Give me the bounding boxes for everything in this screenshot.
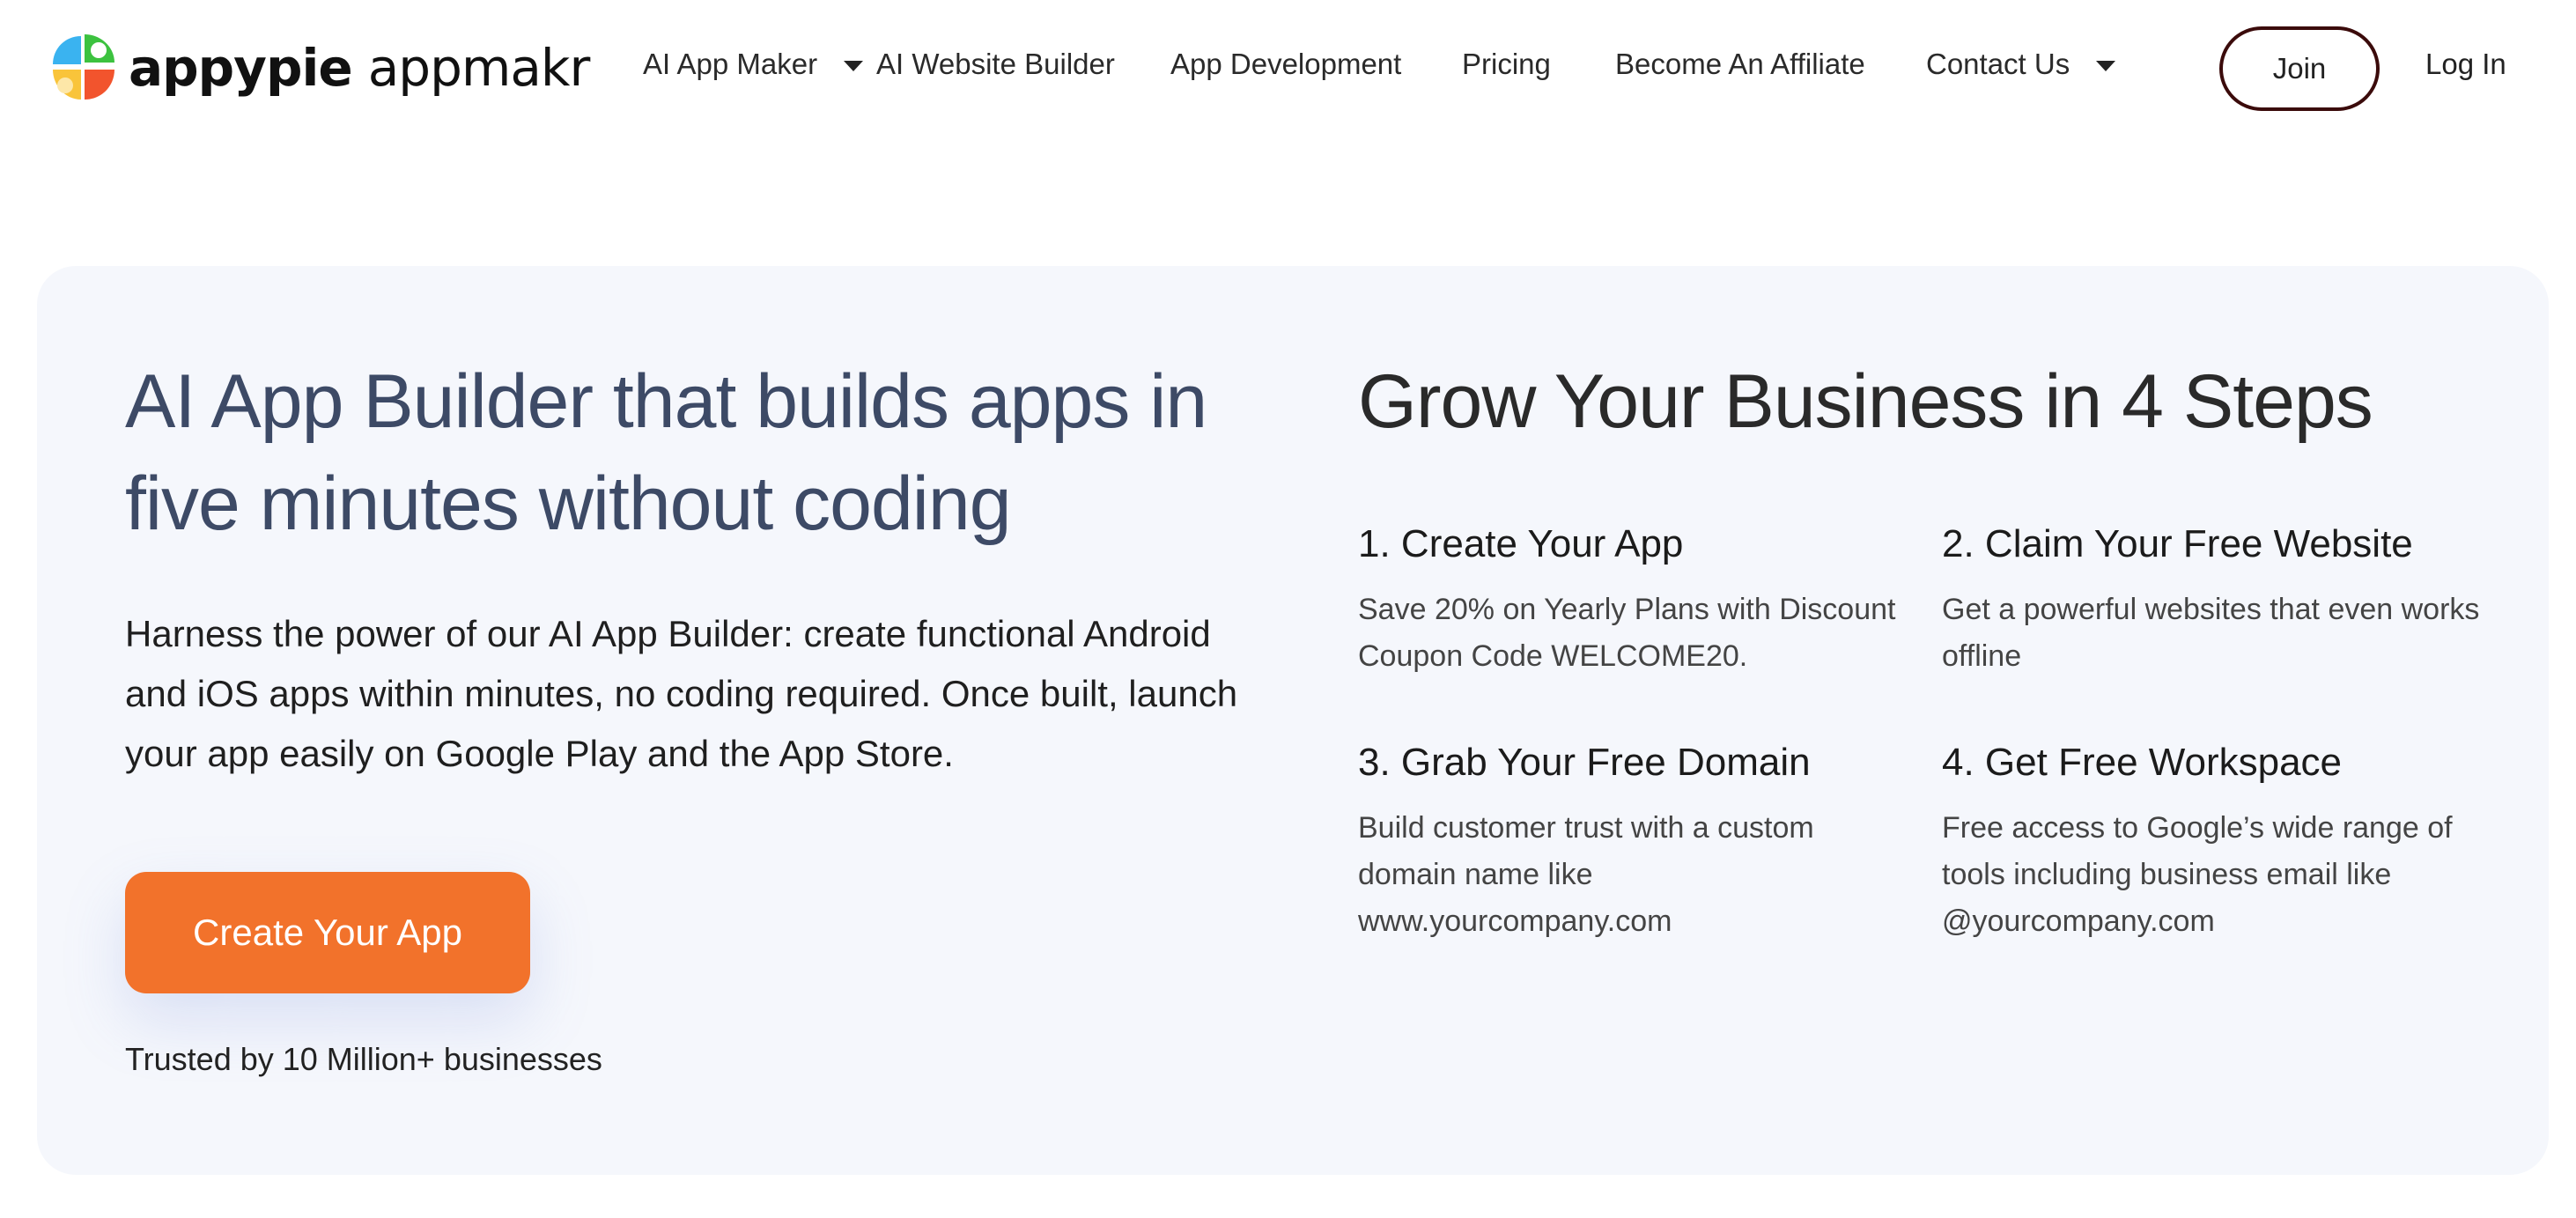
step-title: 4. Get Free Workspace <box>1942 741 2343 784</box>
appypie-logo-icon <box>53 34 114 100</box>
step-description: Free access to Google’s wide range of to… <box>1942 811 2453 938</box>
nav-item-label: App Development <box>1170 48 1402 80</box>
nav-item-ai-website-builder[interactable]: AI Website Builder <box>876 48 1115 81</box>
steps-title: Grow Your Business in 4 Steps <box>1358 359 2373 444</box>
step-claim-website: 2. Claim Your Free Website Get a powerfu… <box>1942 518 2488 680</box>
step-title: 2. Claim Your Free Website <box>1942 522 2413 565</box>
login-link[interactable]: Log In <box>2425 48 2506 81</box>
logo-brand: appypie <box>129 38 353 98</box>
nav-item-app-development[interactable]: App Development <box>1170 48 1401 81</box>
step-description: Build customer trust with a custom domai… <box>1358 811 1814 938</box>
chevron-down-icon <box>2096 61 2116 71</box>
nav-item-ai-app-maker[interactable]: AI App Maker <box>643 48 864 81</box>
hero-title: AI App Builder that builds apps in five … <box>125 359 1207 546</box>
hero-card: AI App Builder that builds apps in five … <box>37 266 2549 1175</box>
site-header: appypie appmakr AI App Maker AI Website B… <box>0 0 2576 137</box>
join-button[interactable]: Join <box>2219 26 2380 111</box>
nav-item-label: Become An Affiliate <box>1615 48 1865 80</box>
nav-item-become-affiliate[interactable]: Become An Affiliate <box>1615 48 1865 81</box>
trusted-by-text: Trusted by 10 Million+ businesses <box>125 1041 602 1077</box>
step-description: Get a powerful websites that even works … <box>1942 593 2480 673</box>
step-description: Save 20% on Yearly Plans with Discount C… <box>1358 593 1896 673</box>
nav-item-label: AI Website Builder <box>876 48 1115 80</box>
create-your-app-button[interactable]: Create Your App <box>125 872 530 993</box>
chevron-down-icon <box>844 61 864 71</box>
nav-item-label: AI App Maker <box>643 48 818 80</box>
nav-item-pricing[interactable]: Pricing <box>1462 48 1551 81</box>
logo-product: appmakr <box>367 38 591 98</box>
step-create-app: 1. Create Your App Save 20% on Yearly Pl… <box>1358 518 1904 680</box>
step-title: 3. Grab Your Free Domain <box>1358 741 1811 784</box>
appypie-logo[interactable]: appypie appmakr <box>46 30 591 106</box>
step-grab-domain: 3. Grab Your Free Domain Build customer … <box>1358 736 1904 945</box>
nav-item-label: Contact Us <box>1926 48 2070 80</box>
step-title: 1. Create Your App <box>1358 522 1684 565</box>
logo-wordmark: appypie appmakr <box>129 38 591 98</box>
hero-description: Harness the power of our AI App Builder:… <box>125 613 1238 774</box>
nav-item-contact-us[interactable]: Contact Us <box>1926 48 2116 81</box>
nav-item-label: Pricing <box>1462 48 1551 80</box>
step-free-workspace: 4. Get Free Workspace Free access to Goo… <box>1942 736 2488 945</box>
